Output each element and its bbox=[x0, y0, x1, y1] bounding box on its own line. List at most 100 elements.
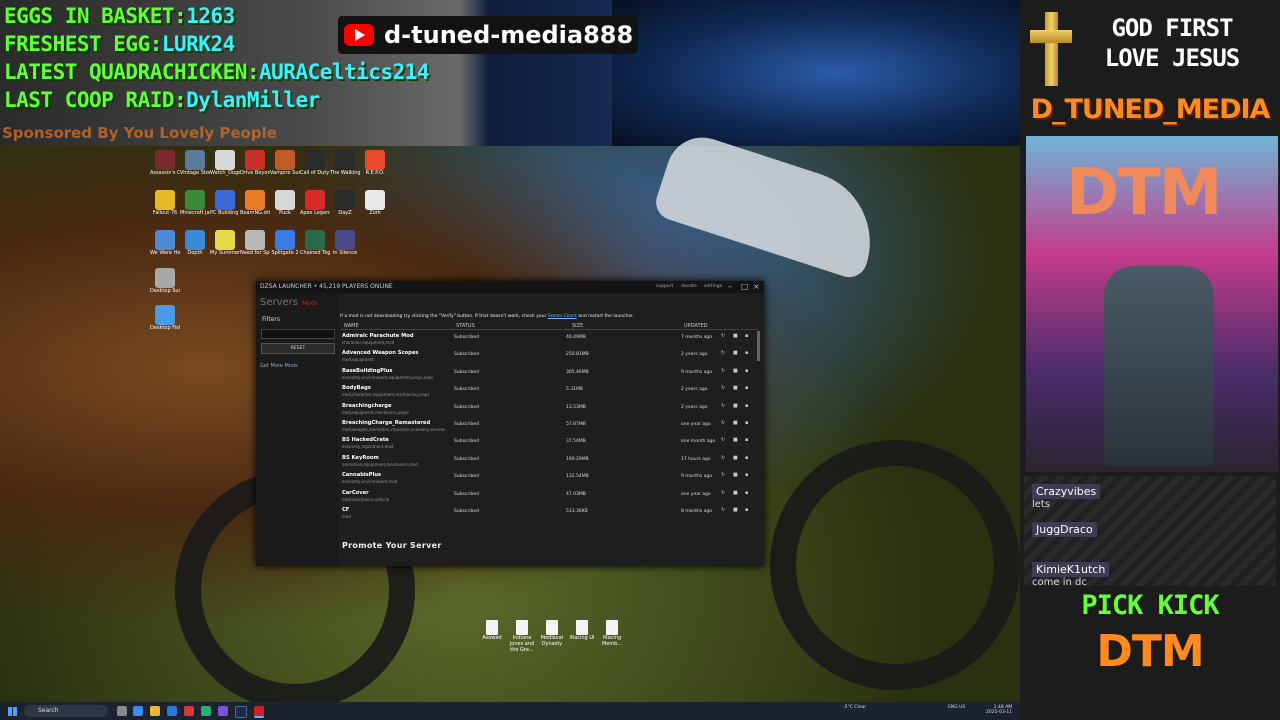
unsubscribe-icon[interactable]: ▪ bbox=[745, 455, 750, 461]
unsubscribe-icon[interactable]: ▪ bbox=[745, 403, 750, 409]
open-folder-icon[interactable]: ■ bbox=[733, 455, 738, 461]
desktop-shortcut[interactable]: Watch_Dogs 2 bbox=[210, 150, 240, 176]
promote-server-link[interactable]: Promote Your Server bbox=[342, 541, 442, 550]
reset-button[interactable]: RESET bbox=[261, 343, 335, 354]
filter-input[interactable] bbox=[261, 329, 335, 339]
scrollbar[interactable] bbox=[757, 331, 760, 361]
clock[interactable]: 1:48 AM 2025-03-11 bbox=[986, 705, 1012, 715]
desktop-shortcut[interactable]: BeamNG.drive bbox=[240, 190, 270, 216]
get-more-mods-link[interactable]: Get More Mods bbox=[260, 363, 298, 369]
mod-row[interactable]: CarCover mod,mechanics,vehicle Subscribed 4… bbox=[340, 489, 758, 506]
desktop-shortcut[interactable]: The Walking Dead The... bbox=[330, 150, 360, 176]
open-folder-icon[interactable]: ■ bbox=[733, 351, 738, 356]
desktop-shortcut[interactable]: In Silence bbox=[330, 230, 360, 256]
app-icon[interactable] bbox=[201, 706, 211, 716]
open-folder-icon[interactable]: ■ bbox=[733, 473, 738, 478]
verify-icon[interactable]: ↻ bbox=[721, 368, 726, 374]
maximize-icon[interactable]: □ bbox=[741, 282, 749, 291]
verify-icon[interactable]: ↻ bbox=[721, 421, 726, 426]
open-folder-icon[interactable]: ■ bbox=[733, 438, 738, 443]
open-folder-icon[interactable]: ■ bbox=[733, 490, 738, 496]
weather-widget[interactable]: -2°C Clear bbox=[843, 705, 866, 710]
settings-link[interactable]: settings bbox=[704, 284, 722, 289]
mod-row[interactable]: CF mod Subscribed 513.36KB 8 months ago ↻ ■ ▪ bbox=[340, 506, 758, 523]
open-folder-icon[interactable]: ■ bbox=[733, 334, 738, 339]
desktop-shortcut[interactable]: Need for Speed™... bbox=[240, 230, 270, 256]
verify-icon[interactable]: ↻ bbox=[721, 403, 726, 409]
steam-client-link[interactable]: Steam Client bbox=[548, 314, 577, 319]
desktop-shortcut[interactable]: Depth bbox=[180, 230, 210, 256]
verify-icon[interactable]: ↻ bbox=[721, 386, 726, 391]
mod-row[interactable]: BaseBuildingPlus economy,environment,equi… bbox=[340, 367, 758, 384]
desktop-shortcut[interactable]: iRacing Memb... bbox=[598, 620, 626, 647]
support-link[interactable]: support bbox=[656, 284, 673, 289]
servers-tab[interactable]: Servers bbox=[260, 297, 298, 308]
desktop-shortcut[interactable]: Indiana Jones and the Gre... bbox=[508, 620, 536, 653]
desktop-shortcut[interactable]: Avowed bbox=[478, 620, 506, 641]
desktop-shortcut[interactable]: Desktop Fishing bbox=[150, 305, 180, 331]
mod-row[interactable]: BreachingCharge_Remastered mod,weapon,ani… bbox=[340, 419, 758, 436]
verify-icon[interactable]: ↻ bbox=[721, 455, 726, 461]
verify-icon[interactable]: ↻ bbox=[721, 473, 726, 478]
mod-row[interactable]: CannabisPlus economy,environment,mod Subsc… bbox=[340, 471, 758, 488]
dzsa-launcher-taskbar-icon[interactable] bbox=[254, 706, 264, 718]
verify-icon[interactable]: ↻ bbox=[721, 351, 726, 356]
desktop-shortcut[interactable]: Puck bbox=[270, 190, 300, 216]
unsubscribe-icon[interactable]: ▪ bbox=[745, 368, 750, 374]
mod-row[interactable]: Advanced Weapon Scopes mod,equipment Subsc… bbox=[340, 349, 758, 366]
verify-icon[interactable]: ↻ bbox=[721, 438, 726, 443]
task-view-icon[interactable] bbox=[117, 706, 127, 716]
open-folder-icon[interactable]: ■ bbox=[733, 403, 738, 409]
desktop-shortcut[interactable]: Fallout 76 bbox=[150, 190, 180, 216]
close-icon[interactable]: × bbox=[753, 282, 760, 291]
store-icon[interactable] bbox=[167, 706, 177, 716]
mod-row[interactable]: Admiralc Parachute Mod character,equipmen… bbox=[340, 332, 758, 349]
unsubscribe-icon[interactable]: ▪ bbox=[745, 490, 750, 496]
brave-icon[interactable] bbox=[184, 706, 194, 716]
mod-row[interactable]: Breachingcharge mod,equipment,mechanics,p… bbox=[340, 402, 758, 419]
desktop-shortcut[interactable]: Zork bbox=[360, 190, 390, 216]
taskbar-search[interactable]: Search bbox=[24, 705, 108, 717]
desktop-shortcut[interactable]: Medieval Dynasty bbox=[538, 620, 566, 647]
desktop-shortcut[interactable]: Chained Together Complete... bbox=[300, 230, 330, 256]
unsubscribe-icon[interactable]: ▪ bbox=[745, 438, 750, 443]
verify-icon[interactable]: ↻ bbox=[721, 334, 726, 339]
minimize-icon[interactable]: – bbox=[728, 282, 732, 291]
open-folder-icon[interactable]: ■ bbox=[733, 421, 738, 426]
edge-icon[interactable] bbox=[133, 706, 143, 716]
mod-row[interactable]: BS HackedCrate economy,equipment,mod Subsc… bbox=[340, 436, 758, 453]
verify-icon[interactable]: ↻ bbox=[721, 490, 726, 496]
mods-tab[interactable]: Mods bbox=[302, 300, 318, 307]
desktop-shortcut[interactable]: Splitgate 2 bbox=[270, 230, 300, 256]
language-indicator[interactable]: ENG US bbox=[948, 705, 965, 710]
unsubscribe-icon[interactable]: ▪ bbox=[745, 334, 750, 339]
open-folder-icon[interactable]: ■ bbox=[733, 386, 738, 391]
desktop-shortcut[interactable]: Minecraft Java Edition bbox=[180, 190, 210, 216]
window-titlebar[interactable]: DZSA LAUNCHER • 45,219 PLAYERS ONLINE su… bbox=[256, 281, 764, 293]
verify-icon[interactable]: ↻ bbox=[721, 508, 726, 513]
steam-icon[interactable] bbox=[235, 706, 247, 718]
open-folder-icon[interactable]: ■ bbox=[733, 508, 738, 513]
windows-start-icon[interactable] bbox=[8, 707, 17, 716]
desktop-shortcut[interactable]: Vintage Story bbox=[180, 150, 210, 176]
desktop-shortcut[interactable]: Call of Duty® bbox=[300, 150, 330, 176]
mod-row[interactable]: BS KeyRoom animation,equipment,mechanics,… bbox=[340, 454, 758, 471]
unsubscribe-icon[interactable]: ▪ bbox=[745, 421, 750, 426]
desktop-shortcut[interactable]: PC Building Simulator 2 bbox=[210, 190, 240, 216]
desktop-shortcut[interactable]: Apex Legends bbox=[300, 190, 330, 216]
desktop-shortcut[interactable]: My Summer Car bbox=[210, 230, 240, 256]
mod-row[interactable]: BodyBags mod,character,equipment,mechanic… bbox=[340, 384, 758, 401]
file-explorer-icon[interactable] bbox=[150, 706, 160, 716]
desktop-shortcut[interactable]: We Were Here Exp... bbox=[150, 230, 180, 256]
desktop-shortcut[interactable]: Assassin's Creed V... bbox=[150, 150, 180, 176]
desktop-shortcut[interactable]: iRacing UI bbox=[568, 620, 596, 641]
desktop-shortcut[interactable]: R.E.P.O. bbox=[360, 150, 390, 176]
desktop-shortcut[interactable]: DayZ bbox=[330, 190, 360, 216]
desktop-shortcut[interactable]: Vampire Survivors bbox=[270, 150, 300, 176]
unsubscribe-icon[interactable]: ▪ bbox=[745, 508, 750, 513]
desktop-shortcut[interactable]: Drive Beyond Horizons bbox=[240, 150, 270, 176]
discord-icon[interactable] bbox=[218, 706, 228, 716]
donate-link[interactable]: donate bbox=[681, 284, 697, 289]
unsubscribe-icon[interactable]: ▪ bbox=[745, 351, 750, 356]
unsubscribe-icon[interactable]: ▪ bbox=[745, 386, 750, 391]
